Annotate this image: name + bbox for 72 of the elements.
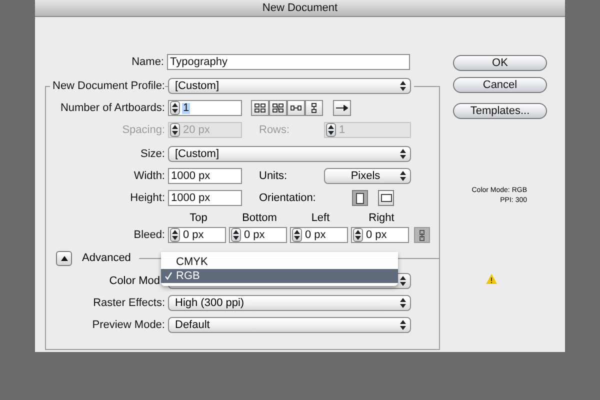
input-field[interactable]: 0 px [290, 227, 348, 243]
input-field[interactable]: 0 px [168, 227, 226, 243]
field-label: Number of Artboards: [60, 102, 165, 114]
field-label: New Document Profile: [50, 80, 165, 92]
updown-arrows-icon [400, 320, 406, 330]
updown-arrows-icon [400, 171, 406, 181]
direction-button[interactable] [333, 100, 351, 116]
stepper-button[interactable] [353, 228, 363, 242]
field-label: Preview Mode: [92, 318, 165, 330]
dialog-button[interactable]: Templates... [453, 103, 547, 119]
field-label: Units: [259, 170, 288, 182]
arrow-right-icon [336, 105, 348, 111]
portrait-button[interactable] [352, 190, 368, 206]
field-label: Name: [132, 56, 164, 68]
column-icon[interactable] [305, 100, 323, 116]
stepper-button[interactable] [231, 228, 241, 242]
updown-arrows-icon [400, 276, 406, 286]
stepper-arrows-icon [294, 230, 300, 240]
field-label: Bleed: [134, 228, 165, 240]
input-field[interactable]: 0 px [229, 227, 287, 243]
stepper-arrows-icon [355, 230, 361, 240]
dropdown-select[interactable]: Default [168, 317, 411, 333]
row-icon[interactable] [287, 100, 305, 116]
input-field[interactable]: 1000 px [168, 190, 242, 206]
section-label: Advanced [82, 252, 131, 264]
disclosure-button[interactable] [56, 250, 72, 266]
input-field[interactable]: 1 [168, 100, 242, 116]
field-label: Orientation: [259, 192, 316, 204]
stepper-button[interactable] [292, 228, 302, 242]
column-label: Right [368, 212, 394, 224]
triangle-up-icon [60, 256, 68, 260]
field-label: Color Mod [109, 274, 160, 286]
grid-by-column-icon[interactable] [269, 100, 287, 116]
column-label: Left [311, 212, 330, 224]
field-label: Spacing: [122, 124, 165, 136]
menu-item[interactable]: CMYK [161, 255, 398, 269]
dialog-button[interactable]: Cancel [453, 77, 547, 93]
dropdown-select[interactable]: High (300 ppi) [168, 295, 411, 311]
updown-arrows-icon [400, 81, 406, 91]
page-icon [356, 192, 364, 204]
stepper-arrows-icon [172, 230, 178, 240]
input-field[interactable]: 0 px [351, 227, 409, 243]
warning-icon [486, 274, 496, 284]
landscape-button[interactable] [378, 190, 394, 206]
stepper-button[interactable] [170, 101, 180, 115]
stepper-arrows-icon [233, 230, 239, 240]
menu-item[interactable]: RGB [161, 269, 398, 283]
field-label: Raster Effects: [93, 296, 165, 308]
dialog-button[interactable]: OK [453, 55, 547, 71]
chain-link-icon [419, 230, 425, 240]
field-label: Size: [140, 148, 165, 160]
column-label: Top [190, 212, 208, 224]
link-button[interactable] [414, 227, 430, 243]
field-label: Height: [130, 192, 165, 204]
window-title: New Document [262, 2, 338, 14]
input-field[interactable]: Typography [167, 54, 410, 70]
stepper-arrows-icon [328, 125, 334, 135]
dropdown-select[interactable]: [Custom] [168, 78, 411, 94]
input-field[interactable]: 1000 px [168, 168, 242, 184]
checkmark-icon [165, 272, 172, 280]
column-label: Bottom [242, 212, 277, 224]
page-icon [380, 194, 392, 202]
grid-by-row-icon[interactable] [251, 100, 269, 116]
stepper-arrows-icon [172, 103, 178, 113]
field-label: Rows: [259, 124, 290, 136]
updown-arrows-icon [400, 298, 406, 308]
stepper-arrows-icon [172, 125, 178, 135]
field-label: Width: [134, 170, 165, 182]
dropdown-select[interactable]: [Custom] [168, 146, 411, 162]
updown-arrows-icon [400, 149, 406, 159]
stepper-button[interactable] [170, 228, 180, 242]
dropdown-select[interactable]: Pixels [324, 168, 411, 184]
